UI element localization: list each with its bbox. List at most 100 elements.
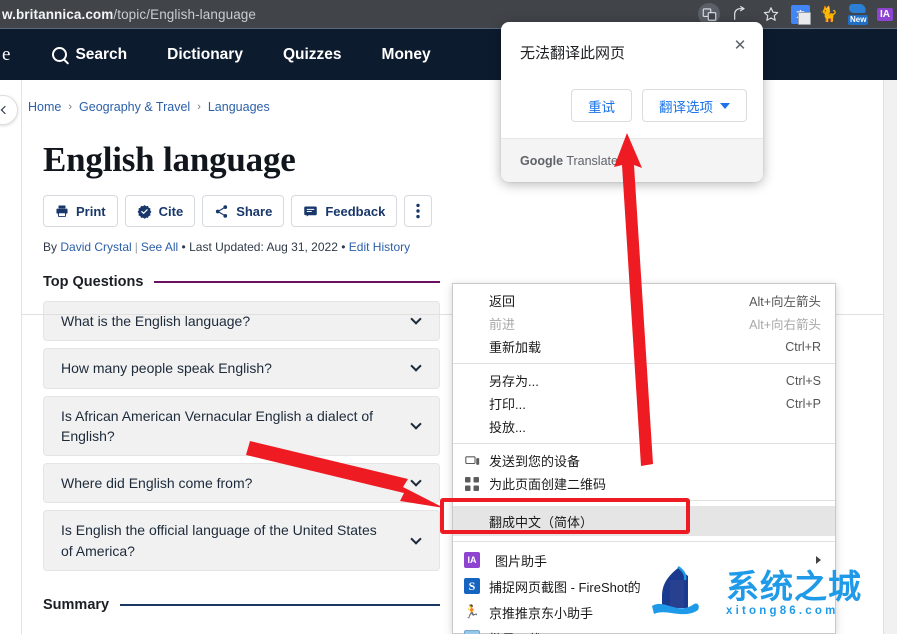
context-menu-separator (453, 443, 835, 444)
nav-label-dictionary: Dictionary (167, 45, 243, 63)
cat-extension-icon[interactable]: 🐈 (819, 5, 838, 24)
google-translate-extension-icon[interactable]: 文 (791, 4, 811, 25)
new-ext-swoosh (848, 4, 867, 13)
share-button[interactable]: Share (202, 195, 285, 227)
article-action-buttons: Print Cite Share Feedback (43, 195, 897, 227)
context-menu-item-cast[interactable]: 投放... (453, 415, 835, 438)
nav-item-search[interactable]: Search (32, 46, 147, 64)
bookmark-star-icon[interactable] (760, 3, 782, 25)
question-text: Is African American Vernacular English a… (61, 407, 374, 444)
byline-divider: | (134, 240, 138, 254)
feedback-icon (303, 204, 318, 219)
article-inner: English language Print Cite Share Feedba… (22, 122, 897, 254)
context-menu-label: 为此页面创建二维码 (489, 477, 607, 492)
context-menu-label: 返回 (489, 294, 516, 309)
nav-item-money[interactable]: Money (362, 46, 451, 64)
breadcrumb-item-languages[interactable]: Languages (208, 100, 270, 114)
breadcrumb-separator: › (68, 101, 73, 113)
page-title: English language (43, 140, 296, 179)
context-menu-label: 另存为... (489, 374, 539, 389)
top-questions-section: Top Questions What is the English langua… (22, 254, 440, 613)
left-rail (0, 80, 22, 634)
context-menu-item-save-as[interactable]: 另存为... Ctrl+S (453, 369, 835, 392)
byline-dot: • (181, 240, 186, 254)
footer-brand: Google Translate (520, 154, 618, 168)
printer-icon (55, 204, 69, 218)
url-host: w.britannica.com (2, 6, 114, 22)
byline-author[interactable]: David Crystal (60, 240, 131, 254)
cite-badge-icon (137, 204, 152, 219)
chevron-down-icon (410, 475, 422, 487)
feedback-label: Feedback (325, 203, 386, 219)
byline-dot: • (341, 240, 346, 254)
cite-button[interactable]: Cite (124, 195, 196, 227)
context-menu-item-print[interactable]: 打印... Ctrl+P (453, 392, 835, 415)
context-menu-accel: Alt+向左箭头 (749, 295, 821, 309)
list-item[interactable]: What is the English language? (43, 301, 440, 342)
list-item[interactable]: Where did English come from? (43, 463, 440, 504)
watermark-logo-icon (652, 566, 699, 615)
nav-label-money: Money (381, 45, 431, 63)
retry-button[interactable]: 重试 (571, 89, 632, 122)
context-menu-item-translate-to-chinese[interactable]: 翻成中文（简体） (453, 506, 835, 536)
cite-label: Cite (158, 203, 184, 219)
image-assistant-extension-icon[interactable]: IA (877, 7, 893, 21)
breadcrumb-item-geography-travel[interactable]: Geography & Travel (79, 100, 190, 114)
context-menu-item-send-to-device[interactable]: 发送到您的设备 (453, 449, 835, 472)
chevron-down-icon (410, 533, 422, 545)
context-menu-separator (453, 500, 835, 501)
watermark-cn: 系统之城 (726, 566, 862, 606)
nav-item-dictionary[interactable]: Dictionary (147, 46, 263, 64)
new-ext-tag: New (848, 15, 869, 25)
share-label: Share (236, 203, 273, 219)
section-title-top-questions: Top Questions (43, 274, 144, 290)
url-text: w.britannica.com/topic/English-language (0, 7, 256, 22)
context-menu-label: 批量下载 (483, 629, 821, 634)
byline-see-all[interactable]: See All (141, 240, 178, 254)
context-menu-accel: Ctrl+R (785, 339, 821, 354)
more-options-button[interactable] (404, 195, 433, 227)
britannica-logo-fragment[interactable]: e (0, 44, 10, 66)
watermark: 系统之城 xitong86.com (648, 562, 862, 624)
section-rule (120, 603, 440, 607)
new-extension-icon[interactable]: New (847, 4, 869, 25)
more-vertical-icon (416, 203, 421, 219)
context-menu-item-back[interactable]: 返回 Alt+向左箭头 (453, 289, 835, 312)
breadcrumb-separator: › (197, 101, 201, 113)
chevron-down-icon (720, 102, 730, 109)
search-icon (52, 47, 68, 62)
list-item[interactable]: How many people speak English? (43, 348, 440, 389)
byline-edit-history[interactable]: Edit History (349, 240, 410, 254)
translate-options-button[interactable]: 翻译选项 (642, 89, 747, 122)
context-menu-label: 打印... (489, 397, 526, 412)
print-button[interactable]: Print (43, 195, 118, 227)
context-menu-label: 翻成中文（简体） (489, 514, 594, 530)
context-menu-item-batch-download[interactable]: ⤓ 批量下载 (453, 625, 835, 634)
footer-brand-text: Google (520, 153, 564, 168)
watermark-en: xitong86.com (726, 604, 839, 617)
context-menu-separator (453, 541, 835, 542)
byline-prefix: By (43, 240, 58, 254)
context-menu-accel: Alt+向右箭头 (749, 318, 821, 332)
chevron-left-icon (0, 105, 9, 115)
feedback-button[interactable]: Feedback (291, 195, 398, 227)
page-scrollbar[interactable] (883, 80, 897, 634)
section-title-summary: Summary (43, 597, 110, 614)
nav-item-quizzes[interactable]: Quizzes (263, 46, 362, 64)
context-menu-item-forward[interactable]: 前进 Alt+向右箭头 (453, 312, 835, 335)
list-item[interactable]: Is English the official language of the … (43, 510, 440, 572)
section-rule (154, 280, 440, 284)
translate-popup-title: 无法翻译此网页 (520, 45, 626, 62)
fireshot-icon: S (461, 578, 483, 594)
google-translate-popup: 无法翻译此网页 ✕ 重试 翻译选项 Google Translate (501, 22, 763, 182)
list-item[interactable]: Is African American Vernacular English a… (43, 395, 440, 457)
nav-label-search: Search (75, 45, 128, 63)
context-menu-item-reload[interactable]: 重新加载 Ctrl+R (453, 335, 835, 358)
context-menu-item-create-qr-code[interactable]: 为此页面创建二维码 (453, 472, 835, 495)
sidebar-collapse-button[interactable] (0, 95, 18, 125)
screenshot-root: w.britannica.com/topic/English-language … (0, 0, 897, 634)
breadcrumb-item-home[interactable]: Home (28, 100, 61, 114)
close-icon[interactable]: ✕ (729, 34, 751, 56)
article-byline: By David Crystal | See All • Last Updated:… (43, 240, 897, 254)
browser-url-bar[interactable]: w.britannica.com/topic/English-language … (0, 0, 897, 28)
